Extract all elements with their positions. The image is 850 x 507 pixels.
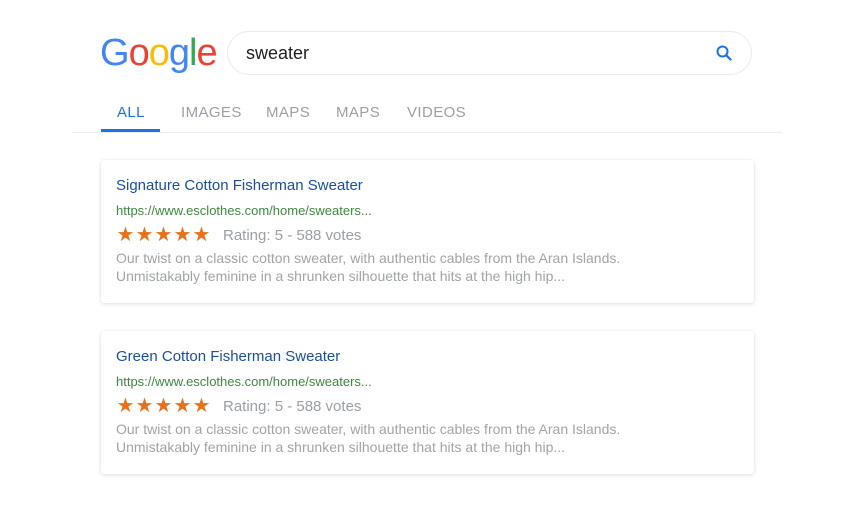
snippet-line: Unmistakably feminine in a shrunken silh… xyxy=(116,268,566,284)
snippet-line: Our twist on a classic cotton sweater, w… xyxy=(116,250,621,266)
result-url: https://www.esclothes.com/home/sweaters.… xyxy=(116,203,372,218)
google-logo[interactable]: Google xyxy=(100,30,218,76)
logo-letter: e xyxy=(196,32,217,74)
star-icon: ★ xyxy=(173,395,192,417)
tab-maps-2[interactable]: MAPS xyxy=(336,104,380,121)
search-tabs: ALL IMAGES MAPS MAPS VIDEOS xyxy=(72,96,782,133)
result-snippet: Our twist on a classic cotton sweater, w… xyxy=(116,249,739,285)
rating-text: Rating: 5 - 588 votes xyxy=(223,397,362,415)
result-card: Signature Cotton Fisherman Sweater https… xyxy=(101,160,754,303)
logo-letter: g xyxy=(168,32,190,74)
result-snippet: Our twist on a classic cotton sweater, w… xyxy=(116,420,739,456)
result-title-link[interactable]: Signature Cotton Fisherman Sweater xyxy=(116,177,739,195)
star-rating: ★ ★ ★ ★ ★ xyxy=(116,225,211,245)
tab-maps[interactable]: MAPS xyxy=(266,104,310,121)
logo-letter: l xyxy=(188,32,198,74)
tab-all[interactable]: ALL xyxy=(117,104,145,121)
star-icon: ★ xyxy=(192,395,211,417)
logo-letter: o xyxy=(148,32,170,74)
star-icon: ★ xyxy=(135,395,154,417)
snippet-line: Our twist on a classic cotton sweater, w… xyxy=(116,421,621,437)
rating-text: Rating: 5 - 588 votes xyxy=(223,226,362,244)
result-url: https://www.esclothes.com/home/sweaters.… xyxy=(116,374,372,389)
star-icon: ★ xyxy=(135,224,154,246)
tab-videos[interactable]: VIDEOS xyxy=(407,104,466,121)
search-box[interactable] xyxy=(227,31,752,75)
logo-letter: G xyxy=(100,32,130,74)
result-card: Green Cotton Fisherman Sweater https://w… xyxy=(101,331,754,474)
tab-images[interactable]: IMAGES xyxy=(181,104,242,121)
star-icon: ★ xyxy=(116,395,135,417)
result-title-link[interactable]: Green Cotton Fisherman Sweater xyxy=(116,348,739,366)
star-icon: ★ xyxy=(116,224,135,246)
search-icon[interactable] xyxy=(715,44,733,62)
snippet-line: Unmistakably feminine in a shrunken silh… xyxy=(116,439,566,455)
star-icon: ★ xyxy=(154,224,173,246)
rating-row: ★ ★ ★ ★ ★ Rating: 5 - 588 votes xyxy=(116,224,739,246)
star-icon: ★ xyxy=(192,224,211,246)
star-rating: ★ ★ ★ ★ ★ xyxy=(116,396,211,416)
logo-letter: o xyxy=(128,32,150,74)
search-input[interactable] xyxy=(246,42,715,64)
star-icon: ★ xyxy=(173,224,192,246)
active-tab-indicator xyxy=(101,129,160,132)
star-icon: ★ xyxy=(154,395,173,417)
rating-row: ★ ★ ★ ★ ★ Rating: 5 - 588 votes xyxy=(116,395,739,417)
